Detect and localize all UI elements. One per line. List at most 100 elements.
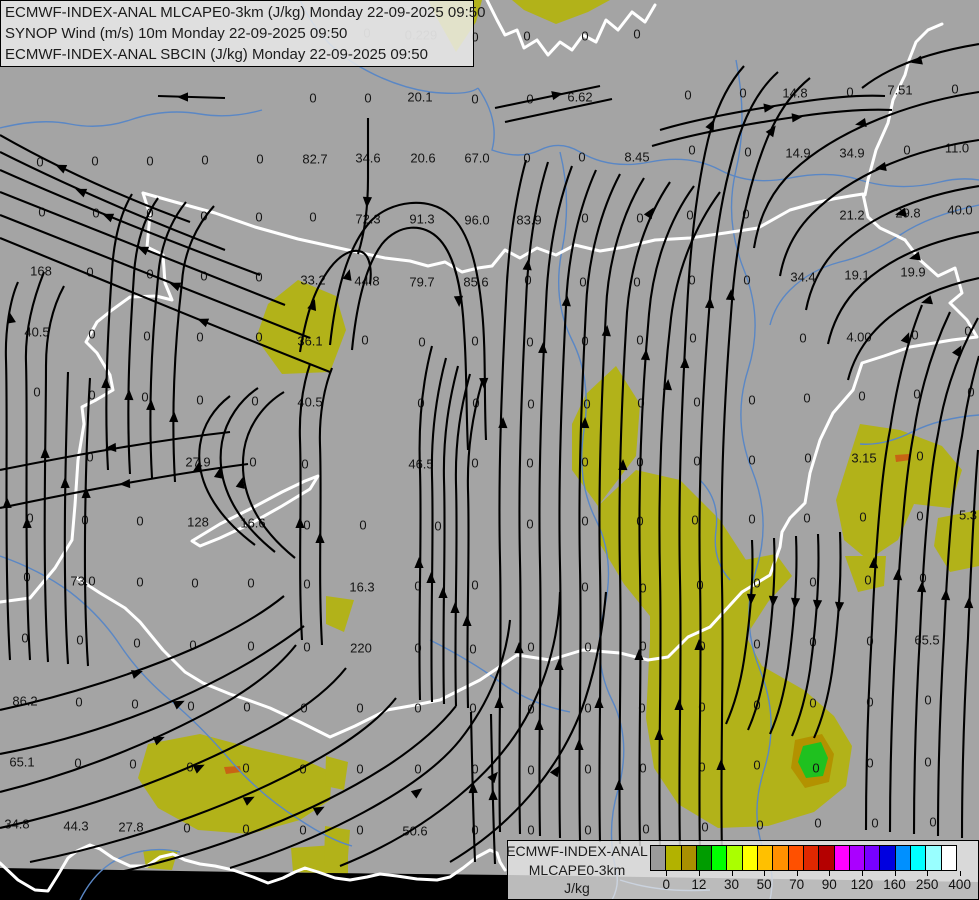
sbcin-zero-label: 0 (688, 142, 696, 158)
sbcin-zero-label: 0 (911, 327, 919, 343)
sbcin-zero-label: 0 (146, 153, 154, 169)
sbcin-zero-label: 0 (526, 91, 534, 107)
sbcin-value-label: 44.8 (354, 273, 380, 289)
sbcin-zero-label: 0 (527, 822, 535, 838)
sbcin-value-label: 67.0 (464, 150, 490, 166)
sbcin-zero-label: 0 (86, 264, 94, 280)
sbcin-zero-label: 0 (301, 456, 309, 472)
sbcin-zero-label: 0 (471, 577, 479, 593)
sbcin-zero-label: 0 (584, 700, 592, 716)
colorbar-scale (650, 845, 957, 871)
sbcin-zero-label: 0 (584, 639, 592, 655)
sbcin-zero-label: 0 (866, 694, 874, 710)
sbcin-value-label: 46.5 (408, 456, 434, 472)
sbcin-zero-label: 0 (526, 516, 534, 532)
sbcin-zero-label: 0 (809, 574, 817, 590)
sbcin-zero-label: 0 (809, 634, 817, 650)
colorbar-box (802, 845, 820, 871)
colorbar-tick-mark (698, 871, 700, 876)
sbcin-zero-label: 0 (471, 455, 479, 471)
sbcin-value-label: 16.6 (240, 515, 266, 531)
sbcin-zero-label: 0 (526, 334, 534, 350)
sbcin-zero-label: 0 (76, 632, 84, 648)
colorbar-tick-value: 70 (789, 877, 805, 892)
colorbar-box (864, 845, 881, 871)
sbcin-zero-label: 0 (743, 272, 751, 288)
sbcin-zero-label: 0 (36, 154, 44, 170)
sbcin-value-label: 91.3 (409, 211, 435, 227)
sbcin-zero-label: 0 (701, 819, 709, 835)
sbcin-zero-label: 0 (524, 272, 532, 288)
sbcin-zero-label: 0 (74, 755, 82, 771)
sbcin-zero-label: 0 (255, 329, 263, 345)
sbcin-zero-label: 0 (200, 208, 208, 224)
sbcin-value-label: 33.2 (300, 272, 326, 288)
sbcin-zero-label: 0 (804, 450, 812, 466)
sbcin-zero-label: 0 (414, 640, 422, 656)
colorbar-tick-mark (796, 871, 798, 876)
colorbar-tick-mark (861, 871, 863, 876)
sbcin-zero-label: 0 (364, 90, 372, 106)
sbcin-value-label: 34.8 (4, 816, 30, 832)
colorbar-box (848, 845, 866, 871)
colorbar-box (787, 845, 804, 871)
sbcin-zero-label: 0 (803, 510, 811, 526)
sbcin-zero-label: 0 (967, 384, 975, 400)
sbcin-zero-label: 0 (964, 323, 972, 339)
sbcin-zero-label: 0 (359, 517, 367, 533)
sbcin-zero-label: 0 (639, 760, 647, 776)
sbcin-value-label: 65.1 (9, 754, 35, 770)
sbcin-value-label: 79.7 (409, 274, 435, 290)
colorbar-tick-value: 120 (850, 877, 874, 892)
sbcin-zero-label: 0 (471, 822, 479, 838)
colorbar-tick-mark (731, 871, 733, 876)
colorbar-box (818, 845, 835, 871)
sbcin-zero-label: 0 (186, 759, 194, 775)
sbcin-zero-label: 0 (583, 396, 591, 412)
sbcin-zero-label: 0 (748, 392, 756, 408)
sbcin-zero-label: 0 (86, 449, 94, 465)
map-value-labels-layer: 20.1 6.62 14.8 7.51 82.7 34.6 20.6 67.0 8.45 14.9… (0, 0, 979, 900)
sbcin-zero-label: 0 (469, 700, 477, 716)
colorbar-tick-mark (894, 871, 896, 876)
sbcin-value-label: 21.2 (839, 207, 865, 223)
sbcin-zero-label: 0 (636, 332, 644, 348)
sbcin-value-label: 34.6 (355, 150, 381, 166)
colorbar-box (833, 845, 850, 871)
sbcin-zero-label: 0 (527, 762, 535, 778)
sbcin-value-label: 27.8 (118, 819, 144, 835)
sbcin-value-label: 27.9 (185, 454, 211, 470)
sbcin-zero-label: 0 (581, 513, 589, 529)
sbcin-zero-label: 0 (581, 28, 589, 44)
sbcin-zero-label: 0 (637, 395, 645, 411)
sbcin-zero-label: 0 (472, 395, 480, 411)
colorbar-tick-value: 12 (691, 877, 707, 892)
sbcin-value-label: 34.4 (790, 269, 816, 285)
sbcin-zero-label: 0 (23, 569, 31, 585)
sbcin-zero-label: 0 (638, 700, 646, 716)
sbcin-value-label: 16.3 (349, 579, 375, 595)
sbcin-zero-label: 0 (812, 760, 820, 776)
colorbar-box (894, 845, 912, 871)
sbcin-zero-label: 0 (523, 150, 531, 166)
sbcin-zero-label: 0 (858, 388, 866, 404)
sbcin-value-label: 34.9 (839, 145, 865, 161)
sbcin-zero-label: 0 (469, 641, 477, 657)
sbcin-zero-label: 0 (633, 26, 641, 42)
sbcin-zero-label: 0 (916, 508, 924, 524)
sbcin-zero-label: 0 (26, 510, 34, 526)
sbcin-zero-label: 0 (636, 454, 644, 470)
sbcin-zero-label: 0 (698, 759, 706, 775)
colorbar-box (910, 845, 927, 871)
sbcin-value-label: 3.15 (851, 450, 877, 466)
sbcin-zero-label: 0 (846, 84, 854, 100)
sbcin-zero-label: 0 (356, 700, 364, 716)
sbcin-value-label: 83.9 (516, 212, 542, 228)
sbcin-value-label: 86.2 (12, 693, 38, 709)
colorbar-tick-mark (764, 871, 766, 876)
colorbar-tick-value: 160 (883, 877, 906, 892)
sbcin-zero-label: 0 (924, 754, 932, 770)
sbcin-zero-label: 0 (639, 638, 647, 654)
sbcin-zero-label: 0 (75, 694, 83, 710)
sbcin-zero-label: 0 (581, 579, 589, 595)
